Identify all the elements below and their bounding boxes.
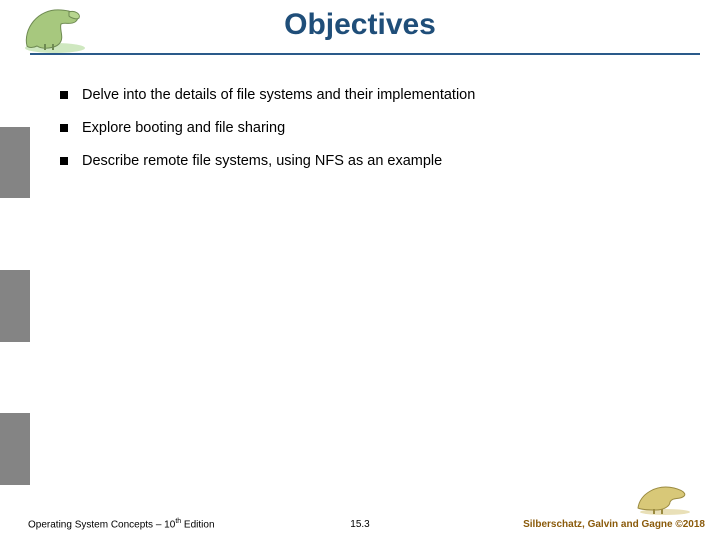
bullet-item: Describe remote file systems, using NFS …	[60, 152, 680, 171]
bullet-square-icon	[60, 157, 68, 165]
sidebar-block	[0, 413, 30, 485]
bullet-square-icon	[60, 91, 68, 99]
footer-copyright: Silberschatz, Galvin and Gagne ©2018	[523, 519, 705, 530]
bullet-text: Delve into the details of file systems a…	[82, 86, 475, 105]
sidebar-block	[0, 342, 30, 414]
dinosaur-footer-icon	[630, 476, 700, 516]
bullet-text: Describe remote file systems, using NFS …	[82, 152, 442, 171]
sidebar-block	[0, 127, 30, 199]
sidebar-color-strip	[0, 55, 30, 485]
sidebar-block	[0, 270, 30, 342]
bullet-text: Explore booting and file sharing	[82, 119, 285, 138]
bullet-square-icon	[60, 124, 68, 132]
bullet-item: Delve into the details of file systems a…	[60, 86, 680, 105]
slide-title: Objectives	[0, 8, 720, 42]
bullet-item: Explore booting and file sharing	[60, 119, 680, 138]
sidebar-block	[0, 55, 30, 127]
sidebar-block	[0, 198, 30, 270]
slide-body: Delve into the details of file systems a…	[60, 80, 680, 185]
title-underline	[30, 53, 700, 55]
